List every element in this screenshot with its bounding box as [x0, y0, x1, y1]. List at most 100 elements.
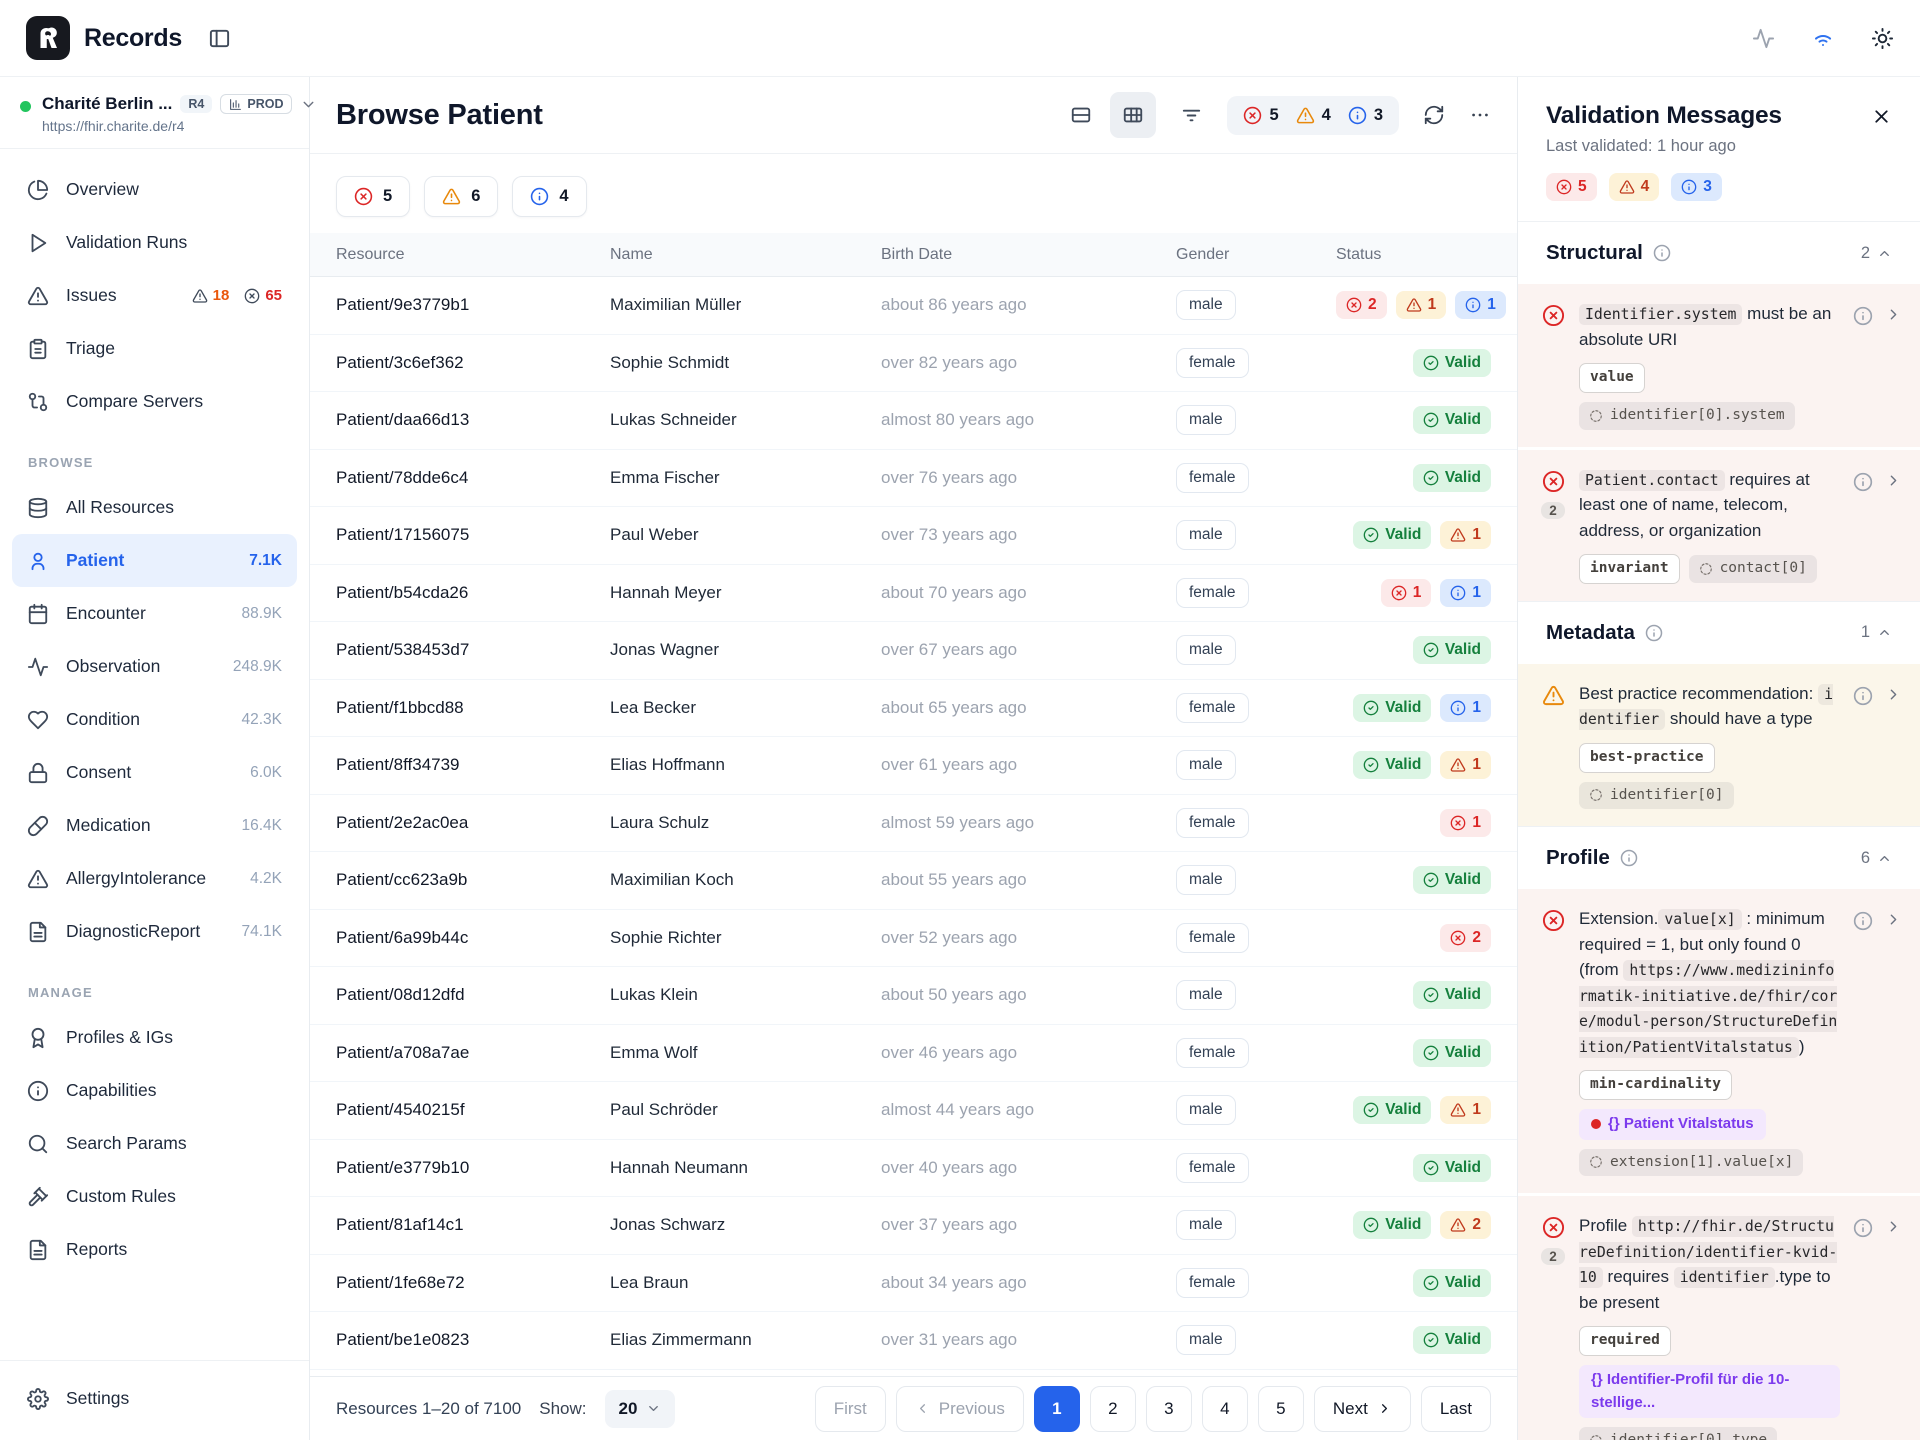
filter-chip-error[interactable]: 5	[336, 176, 410, 217]
table-row[interactable]: Patient/a708a7aeEmma Wolfover 46 years a…	[310, 1025, 1517, 1083]
table-row[interactable]: Patient/daa66d13Lukas Schneideralmost 80…	[310, 392, 1517, 450]
validation-message-card[interactable]: Extension.value[x] : minimum required = …	[1518, 889, 1920, 1193]
badge-label: Valid	[1445, 1274, 1481, 1292]
table-row[interactable]: Patient/3c6ef362Sophie Schmidtover 82 ye…	[310, 335, 1517, 393]
column-header-birth-date[interactable]: Birth Date	[881, 246, 1176, 264]
tag-label: invariant	[1590, 558, 1669, 580]
wifi-status-icon[interactable]	[1811, 26, 1835, 50]
toolbar-warning-count: 4	[1296, 106, 1331, 125]
validation-message-card[interactable]: Best practice recommendation: identifier…	[1518, 664, 1920, 827]
table-row[interactable]: Patient/cc623a9bMaximilian Kochabout 55 …	[310, 852, 1517, 910]
close-icon[interactable]	[1871, 106, 1892, 127]
sidebar-item-medication[interactable]: Medication16.4K	[12, 799, 297, 852]
validation-counts-pill[interactable]: 543	[1227, 96, 1399, 135]
sidebar-item-custom-rules[interactable]: Custom Rules	[12, 1170, 297, 1223]
sidebar-item-overview[interactable]: Overview	[12, 163, 297, 216]
warning-count-badge: 18	[192, 287, 230, 304]
previous-page-button[interactable]: Previous	[896, 1386, 1024, 1432]
table-row[interactable]: Patient/6a99b44cSophie Richterover 52 ye…	[310, 910, 1517, 968]
sidebar-item-diagnosticreport[interactable]: DiagnosticReport74.1K	[12, 905, 297, 958]
server-selector[interactable]: Charité Berlin ... R4 PROD https://fhir.…	[0, 77, 309, 149]
rule-tag[interactable]: best-practice	[1579, 743, 1715, 773]
status-cell: Valid1	[1336, 521, 1491, 549]
validation-message-card[interactable]: Identifier.system must be an absolute UR…	[1518, 284, 1920, 447]
rule-tag[interactable]: invariant	[1579, 554, 1680, 584]
severity-column: 2	[1540, 1213, 1566, 1440]
gear-icon	[27, 1388, 49, 1410]
validation-message-card[interactable]: 2Profile http://fhir.de/StructureDefinit…	[1518, 1196, 1920, 1440]
sidebar-item-patient[interactable]: Patient7.1K	[12, 534, 297, 587]
page-button-5[interactable]: 5	[1258, 1386, 1304, 1432]
table-row[interactable]: Patient/17156075Paul Weberover 73 years …	[310, 507, 1517, 565]
table-row[interactable]: Patient/1fe68e72Lea Braunabout 34 years …	[310, 1255, 1517, 1313]
table-row[interactable]: Patient/08d12dfdLukas Kleinabout 50 year…	[310, 967, 1517, 1025]
rule-tag[interactable]: value	[1579, 363, 1645, 393]
page-button-3[interactable]: 3	[1146, 1386, 1192, 1432]
rule-tag[interactable]: min-cardinality	[1579, 1070, 1732, 1100]
sidebar-item-triage[interactable]: Triage	[12, 322, 297, 375]
column-header-status[interactable]: Status	[1336, 246, 1491, 264]
sidebar-item-issues[interactable]: Issues1865	[12, 269, 297, 322]
rule-tag[interactable]: required	[1579, 1326, 1671, 1356]
error-count-badge: 65	[244, 287, 282, 304]
column-header-resource[interactable]: Resource	[336, 246, 610, 264]
sidebar-item-label: Patient	[66, 550, 124, 571]
calendar-icon	[27, 603, 49, 625]
sidebar-item-capabilities[interactable]: Capabilities	[12, 1064, 297, 1117]
sidebar-item-search-params[interactable]: Search Params	[12, 1117, 297, 1170]
page-size-select[interactable]: 20	[605, 1390, 676, 1428]
last-page-button[interactable]: Last	[1421, 1386, 1491, 1432]
filter-chip-warning[interactable]: 6	[424, 176, 498, 217]
profile-tag[interactable]: {} Identifier-Profil für die 10-stellige…	[1579, 1365, 1840, 1418]
rule-tag[interactable]: identifier[0].type	[1579, 1427, 1777, 1440]
table-view-button[interactable]	[1110, 92, 1156, 138]
info-icon	[1653, 244, 1671, 262]
next-page-button[interactable]: Next	[1314, 1386, 1411, 1432]
table-row[interactable]: Patient/8ff34739Elias Hoffmannover 61 ye…	[310, 737, 1517, 795]
table-row[interactable]: Patient/2e2ac0eaLaura Schulzalmost 59 ye…	[310, 795, 1517, 853]
info-icon	[1853, 1218, 1873, 1238]
page-button-2[interactable]: 2	[1090, 1386, 1136, 1432]
filter-icon[interactable]	[1180, 104, 1203, 127]
rule-tag[interactable]: identifier[0]	[1579, 782, 1734, 810]
theme-toggle-icon[interactable]	[1871, 27, 1894, 50]
first-page-button[interactable]: First	[815, 1386, 886, 1432]
sidebar-item-validation-runs[interactable]: Validation Runs	[12, 216, 297, 269]
section-count: 1	[1861, 623, 1892, 642]
profile-tag[interactable]: {} Patient Vitalstatus	[1579, 1109, 1766, 1140]
sidebar-item-settings[interactable]: Settings	[12, 1372, 297, 1425]
refresh-icon[interactable]	[1423, 104, 1445, 126]
table-row[interactable]: Patient/f1bbcd88Lea Beckerabout 65 years…	[310, 680, 1517, 738]
table-row[interactable]: Patient/be1e0823Elias Zimmermannover 31 …	[310, 1312, 1517, 1370]
sidebar-item-profiles-igs[interactable]: Profiles & IGs	[12, 1011, 297, 1064]
sidebar-toggle-icon[interactable]	[208, 27, 231, 50]
table-row[interactable]: Patient/538453d7Jonas Wagnerover 67 year…	[310, 622, 1517, 680]
rule-tag[interactable]: contact[0]	[1689, 555, 1817, 583]
page-button-4[interactable]: 4	[1202, 1386, 1248, 1432]
validation-message-card[interactable]: 2Patient.contact requires at least one o…	[1518, 450, 1920, 601]
sidebar-item-compare-servers[interactable]: Compare Servers	[12, 375, 297, 428]
filter-chip-info[interactable]: 4	[512, 176, 586, 217]
table-row[interactable]: Patient/b54cda26Hannah Meyerabout 70 yea…	[310, 565, 1517, 623]
table-row[interactable]: Patient/81af14c1Jonas Schwarzover 37 yea…	[310, 1197, 1517, 1255]
rule-tag[interactable]: identifier[0].system	[1579, 402, 1795, 430]
sidebar-item-allergyintolerance[interactable]: AllergyIntolerance4.2K	[12, 852, 297, 905]
sidebar-item-condition[interactable]: Condition42.3K	[12, 693, 297, 746]
table-row[interactable]: Patient/9e3779b1Maximilian Müllerabout 8…	[310, 277, 1517, 335]
table-row[interactable]: Patient/78dde6c4Emma Fischerover 76 year…	[310, 450, 1517, 508]
table-row[interactable]: Patient/e3779b10Hannah Neumannover 40 ye…	[310, 1140, 1517, 1198]
table-row[interactable]: Patient/4540215fPaul Schröderalmost 44 y…	[310, 1082, 1517, 1140]
page-button-1[interactable]: 1	[1034, 1386, 1080, 1432]
sidebar-item-encounter[interactable]: Encounter88.9K	[12, 587, 297, 640]
resource-id-cell: Patient/daa66d13	[336, 410, 610, 430]
sidebar-item-reports[interactable]: Reports	[12, 1223, 297, 1276]
column-header-name[interactable]: Name	[610, 246, 881, 264]
more-options-icon[interactable]	[1469, 104, 1491, 126]
rule-tag[interactable]: extension[1].value[x]	[1579, 1149, 1803, 1177]
sidebar-item-all-resources[interactable]: All Resources	[12, 481, 297, 534]
sidebar-item-observation[interactable]: Observation248.9K	[12, 640, 297, 693]
column-header-gender[interactable]: Gender	[1176, 246, 1336, 264]
list-view-button[interactable]	[1058, 92, 1104, 138]
activity-status-icon[interactable]	[1752, 27, 1775, 50]
sidebar-item-consent[interactable]: Consent6.0K	[12, 746, 297, 799]
